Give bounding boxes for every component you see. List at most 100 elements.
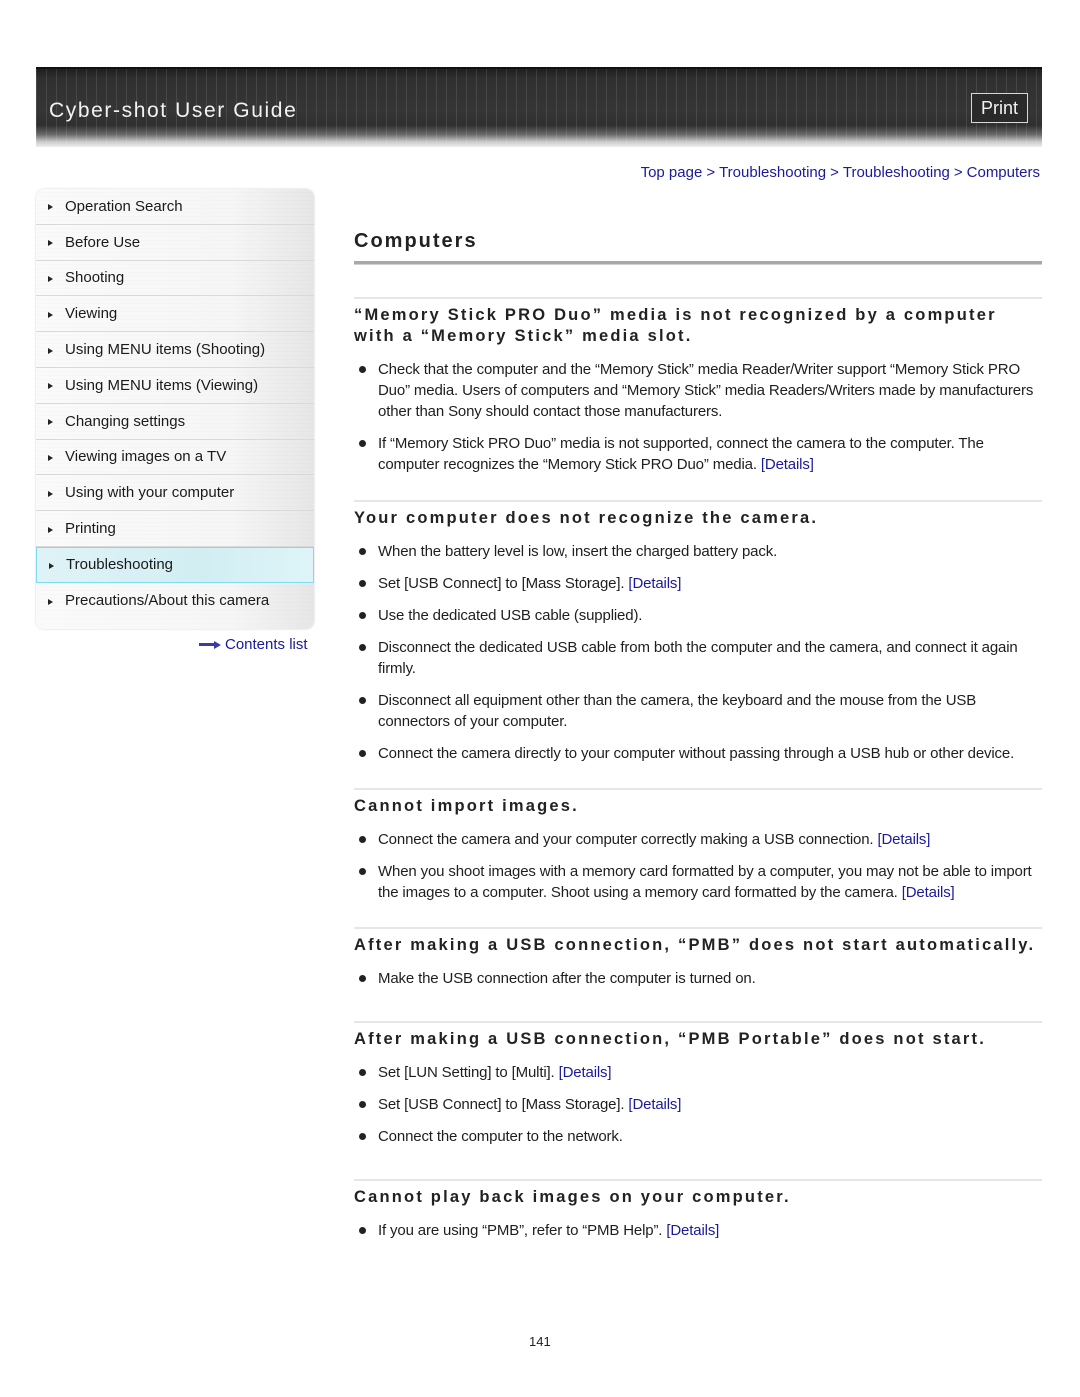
section-cannot-play-back: Cannot play back images on your computer… xyxy=(354,1179,1042,1241)
list-item: Disconnect all equipment other than the … xyxy=(354,690,1042,732)
details-link[interactable]: [Details] xyxy=(628,1096,681,1113)
list-item: Connect the camera and your computer cor… xyxy=(354,829,1042,850)
sidebar-item-label: Using with your computer xyxy=(65,484,235,502)
list-item: If “Memory Stick PRO Duo” media is not s… xyxy=(354,433,1042,475)
breadcrumb-top-page[interactable]: Top page xyxy=(641,164,703,181)
bullet-list: Make the USB connection after the comput… xyxy=(354,968,1042,989)
list-item: When the battery level is low, insert th… xyxy=(354,541,1042,562)
breadcrumb-troubleshooting-sub[interactable]: Troubleshooting xyxy=(843,164,950,181)
sidebar-item-label: Using MENU items (Shooting) xyxy=(65,341,266,359)
page-title: Computers xyxy=(354,230,478,252)
details-link[interactable]: [Details] xyxy=(666,1222,719,1239)
section-heading: “Memory Stick PRO Duo” media is not reco… xyxy=(354,306,997,345)
bullet-icon xyxy=(359,975,366,982)
item-text: Connect the camera directly to your comp… xyxy=(378,745,1015,762)
section-heading: Cannot import images. xyxy=(354,797,579,815)
section-heading: After making a USB connection, “PMB Port… xyxy=(354,1030,987,1048)
sidebar-item-menu-shooting[interactable]: Using MENU items (Shooting) xyxy=(36,332,314,368)
triangle-right-icon xyxy=(48,490,53,497)
item-text: Make the USB connection after the comput… xyxy=(378,970,756,987)
sidebar-item-using-with-computer[interactable]: Using with your computer xyxy=(36,475,314,512)
bullet-list: Set [LUN Setting] to [Multi]. [Details] … xyxy=(354,1062,1042,1147)
triangle-right-icon xyxy=(48,383,53,390)
sidebar-item-label: Using MENU items (Viewing) xyxy=(65,376,259,394)
contents-list-label: Contents list xyxy=(225,636,308,653)
sidebar-item-operation-search[interactable]: Operation Search xyxy=(36,189,314,225)
sidebar-item-label: Shooting xyxy=(65,269,125,287)
triangle-right-icon xyxy=(48,275,53,282)
bullet-icon xyxy=(359,750,366,757)
bullet-list: Check that the computer and the “Memory … xyxy=(354,359,1042,475)
bullet-icon xyxy=(359,1227,366,1234)
bullet-icon xyxy=(359,836,366,843)
triangle-right-icon xyxy=(48,347,53,354)
breadcrumb-separator: > xyxy=(706,164,716,181)
item-text: Disconnect all equipment other than the … xyxy=(378,692,977,730)
bullet-icon xyxy=(359,548,366,555)
list-item: Set [LUN Setting] to [Multi]. [Details] xyxy=(354,1062,1042,1083)
title-divider xyxy=(354,261,1042,265)
section-memory-stick: “Memory Stick PRO Duo” media is not reco… xyxy=(354,297,1042,475)
list-item: When you shoot images with a memory card… xyxy=(354,861,1042,903)
breadcrumb-separator: > xyxy=(830,164,839,181)
bullet-icon xyxy=(359,1101,366,1108)
triangle-right-icon xyxy=(48,454,53,461)
details-link[interactable]: [Details] xyxy=(761,456,814,473)
breadcrumb-separator: > xyxy=(953,164,963,181)
sidebar-item-label: Viewing images on a TV xyxy=(65,448,227,466)
details-link[interactable]: [Details] xyxy=(559,1064,612,1081)
list-item: Check that the computer and the “Memory … xyxy=(354,359,1042,422)
sidebar-item-menu-viewing[interactable]: Using MENU items (Viewing) xyxy=(36,367,314,404)
sidebar-item-label: Changing settings xyxy=(65,412,186,430)
bullet-icon xyxy=(359,612,366,619)
sidebar-item-printing[interactable]: Printing xyxy=(36,511,314,547)
sidebar-item-viewing[interactable]: Viewing xyxy=(36,296,314,333)
sidebar-nav: Operation Search Before Use Shooting Vie… xyxy=(36,189,314,629)
sidebar-item-viewing-on-tv[interactable]: Viewing images on a TV xyxy=(36,439,314,476)
details-link[interactable]: [Details] xyxy=(877,831,930,848)
item-text: If “Memory Stick PRO Duo” media is not s… xyxy=(378,435,984,473)
bullet-icon xyxy=(359,1069,366,1076)
section-not-recognize-camera: Your computer does not recognize the cam… xyxy=(354,500,1042,764)
bullet-list: If you are using “PMB”, refer to “PMB He… xyxy=(354,1220,1042,1241)
list-item: Connect the computer to the network. xyxy=(354,1126,1042,1147)
item-text: Set [LUN Setting] to [Multi]. xyxy=(378,1064,555,1081)
details-link[interactable]: [Details] xyxy=(902,884,955,901)
bullet-icon xyxy=(359,1133,366,1140)
breadcrumb: Top page > Troubleshooting > Troubleshooting… xyxy=(641,164,1040,181)
contents-list-link[interactable]: Contents list xyxy=(199,636,308,653)
bullet-icon xyxy=(359,868,366,875)
print-button[interactable]: Print xyxy=(971,93,1028,123)
breadcrumb-troubleshooting[interactable]: Troubleshooting xyxy=(719,164,826,181)
bullet-icon xyxy=(359,440,366,447)
section-heading: Your computer does not recognize the cam… xyxy=(354,509,819,527)
list-item: Connect the camera directly to your comp… xyxy=(354,743,1042,764)
section-pmb-portable: After making a USB connection, “PMB Port… xyxy=(354,1021,1042,1147)
section-heading: Cannot play back images on your computer… xyxy=(354,1188,791,1206)
breadcrumb-current[interactable]: Computers xyxy=(967,164,1040,181)
sidebar-item-precautions[interactable]: Precautions/About this camera xyxy=(36,582,314,619)
item-text: Connect the camera and your computer cor… xyxy=(378,831,874,848)
item-text: Set [USB Connect] to [Mass Storage]. xyxy=(378,1096,625,1113)
triangle-right-icon xyxy=(48,598,53,605)
item-text: Set [USB Connect] to [Mass Storage]. xyxy=(378,575,625,592)
item-text: If you are using “PMB”, refer to “PMB He… xyxy=(378,1222,663,1239)
list-item: Use the dedicated USB cable (supplied). xyxy=(354,605,1042,626)
sidebar-item-label: Printing xyxy=(65,520,116,538)
bullet-icon xyxy=(359,697,366,704)
item-text: Check that the computer and the “Memory … xyxy=(378,361,1034,420)
bullet-list: Connect the camera and your computer cor… xyxy=(354,829,1042,903)
sidebar-item-before-use[interactable]: Before Use xyxy=(36,224,314,261)
arrow-right-icon xyxy=(199,640,221,649)
item-text: Connect the computer to the network. xyxy=(378,1128,623,1145)
sidebar-item-troubleshooting[interactable]: Troubleshooting xyxy=(36,546,314,583)
sidebar-item-shooting[interactable]: Shooting xyxy=(36,260,314,297)
sidebar-item-changing-settings[interactable]: Changing settings xyxy=(36,403,314,440)
page-number: 141 xyxy=(529,1334,551,1349)
bullet-icon xyxy=(359,580,366,587)
bullet-icon xyxy=(359,644,366,651)
triangle-right-icon xyxy=(48,240,53,247)
triangle-right-icon xyxy=(48,419,53,426)
header-banner: Cyber-shot User Guide Print xyxy=(36,67,1042,147)
details-link[interactable]: [Details] xyxy=(628,575,681,592)
